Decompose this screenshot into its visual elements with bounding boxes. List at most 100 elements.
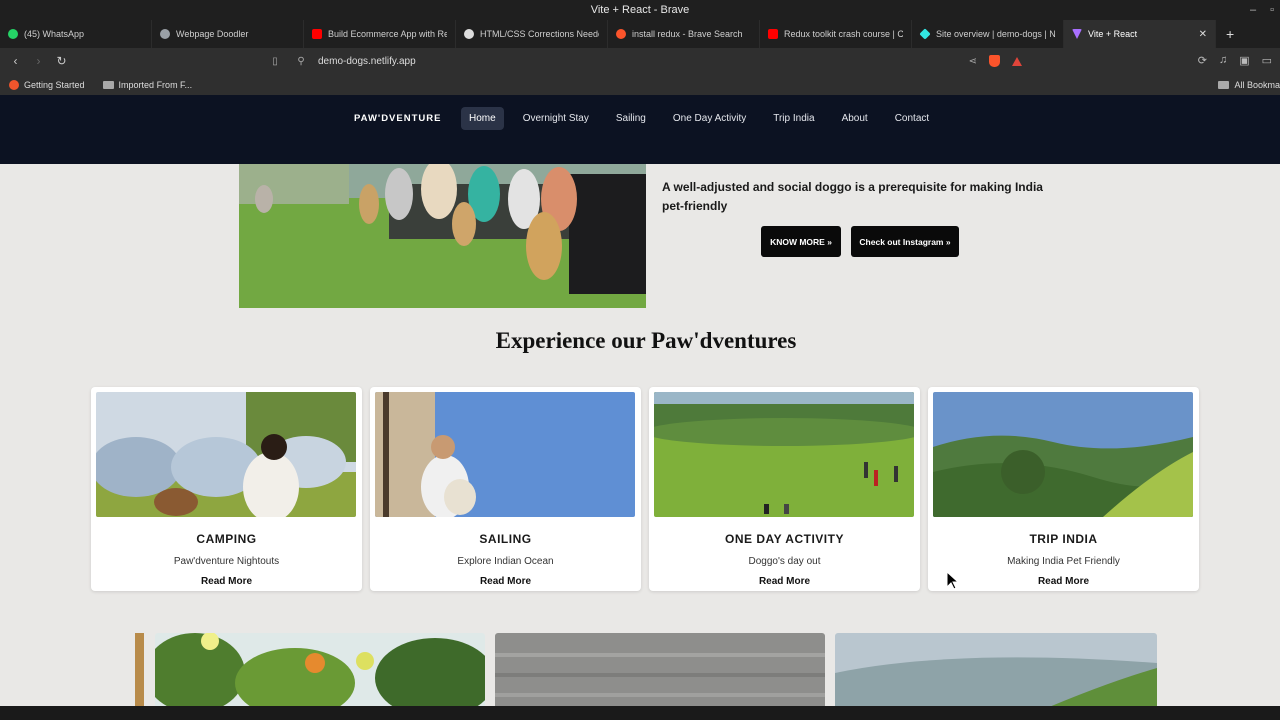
forward-icon[interactable]: › xyxy=(27,54,50,68)
gallery-strip xyxy=(135,633,1165,713)
media-icon[interactable]: ♫ xyxy=(1219,54,1227,67)
nav-contact[interactable]: Contact xyxy=(887,107,937,130)
tab-build-ecommerce[interactable]: Build Ecommerce App with Re xyxy=(304,20,456,48)
extension-icons: ⟳ ♫ ▣ ▭ xyxy=(1198,54,1272,67)
tab-title: Webpage Doodler xyxy=(176,29,249,39)
tab-title: Redux toolkit crash course | C xyxy=(784,29,903,39)
brave-icon xyxy=(9,79,19,90)
chatgpt-icon xyxy=(464,29,474,39)
know-more-button[interactable]: KNOW MORE » xyxy=(761,226,841,257)
nav-one-day-activity[interactable]: One Day Activity xyxy=(665,107,754,130)
back-icon[interactable]: ‹ xyxy=(4,54,27,68)
tab-webpage-doodler[interactable]: Webpage Doodler xyxy=(152,20,304,48)
globe-icon xyxy=(160,29,170,39)
tab-title: Build Ecommerce App with Re xyxy=(328,29,447,39)
tab-redux-toolkit[interactable]: Redux toolkit crash course | C xyxy=(760,20,912,48)
youtube-icon xyxy=(768,29,778,39)
card-subtitle: Making India Pet Friendly xyxy=(1007,556,1120,567)
nav-home[interactable]: Home xyxy=(461,107,504,130)
card-subtitle: Doggo's day out xyxy=(748,556,821,567)
bookmark-icon[interactable]: ▯ xyxy=(262,56,288,67)
sync-icon[interactable]: ⟳ xyxy=(1198,54,1207,67)
gallery-edge xyxy=(135,633,144,713)
card-one-day-activity[interactable]: ONE DAY ACTIVITY Doggo's day out Read Mo… xyxy=(649,387,920,591)
camping-photo xyxy=(96,392,356,517)
tab-title: Site overview | demo-dogs | N xyxy=(936,29,1055,39)
nav-overnight-stay[interactable]: Overnight Stay xyxy=(515,107,597,130)
tab-install-redux[interactable]: install redux - Brave Search xyxy=(608,20,760,48)
read-more-link[interactable]: Read More xyxy=(375,576,636,587)
folder-icon xyxy=(1218,80,1230,89)
site-navbar: PAW'DVENTURE Home Overnight Stay Sailing… xyxy=(0,95,1280,164)
trip-india-photo xyxy=(933,392,1193,517)
one-day-activity-photo xyxy=(654,392,914,517)
all-bookmarks[interactable]: All Bookma xyxy=(1209,74,1280,95)
window-title: Vite + React - Brave xyxy=(590,4,690,16)
card-sailing[interactable]: SAILING Explore Indian Ocean Read More xyxy=(370,387,641,591)
instagram-button[interactable]: Check out Instagram » xyxy=(851,226,959,257)
read-more-link[interactable]: Read More xyxy=(654,576,915,587)
sidebar-icon[interactable]: ▣ xyxy=(1239,54,1249,67)
site-nav-links: Home Overnight Stay Sailing One Day Acti… xyxy=(461,107,948,130)
new-tab-icon[interactable]: + xyxy=(1216,26,1244,42)
window-controls: – ▫ xyxy=(1250,0,1274,20)
sailing-photo xyxy=(375,392,635,517)
os-taskbar xyxy=(0,706,1280,720)
card-title: SAILING xyxy=(479,532,532,546)
maximize-icon[interactable]: ▫ xyxy=(1270,0,1274,20)
netlify-icon xyxy=(919,28,931,40)
mouse-cursor-icon xyxy=(946,570,960,590)
vite-icon xyxy=(1072,29,1082,39)
site-logo[interactable]: PAW'DVENTURE xyxy=(354,113,441,124)
card-subtitle: Paw'dventure Nightouts xyxy=(173,556,280,567)
url-bar[interactable]: ▯ ⚲ demo-dogs.netlify.app ⋖ xyxy=(262,50,1022,72)
window-titlebar: Vite + React - Brave – ▫ xyxy=(0,0,1280,20)
bookmarks-bar: Getting Started Imported From F... All B… xyxy=(0,74,1280,95)
read-more-link[interactable]: Read More xyxy=(933,576,1194,587)
brave-shields-icon[interactable] xyxy=(989,55,1000,67)
tab-whatsapp[interactable]: (45) WhatsApp xyxy=(0,20,152,48)
tab-title: install redux - Brave Search xyxy=(632,29,743,39)
brave-search-icon xyxy=(616,29,626,39)
site-info-icon[interactable]: ⚲ xyxy=(288,56,314,67)
bookmark-label: Imported From F... xyxy=(118,79,193,90)
card-subtitle: Explore Indian Ocean xyxy=(457,556,554,567)
card-trip-india[interactable]: TRIP INDIA Making India Pet Friendly Rea… xyxy=(928,387,1199,591)
card-title: ONE DAY ACTIVITY xyxy=(725,532,844,546)
section-title: Experience our Paw'dventures xyxy=(495,328,797,353)
minimize-icon[interactable]: – xyxy=(1250,0,1256,20)
nav-about[interactable]: About xyxy=(834,107,876,130)
tab-html-css-corrections[interactable]: HTML/CSS Corrections Neede xyxy=(456,20,608,48)
tab-title: (45) WhatsApp xyxy=(24,29,85,39)
tab-title: Vite + React xyxy=(1088,29,1138,39)
folder-icon xyxy=(102,80,114,89)
card-camping[interactable]: CAMPING Paw'dventure Nightouts Read More xyxy=(91,387,362,591)
tab-site-overview[interactable]: Site overview | demo-dogs | N xyxy=(912,20,1064,48)
tab-vite-react[interactable]: Vite + React ✕ xyxy=(1064,20,1216,48)
card-title: TRIP INDIA xyxy=(1029,532,1098,546)
gallery-photo-water xyxy=(495,633,825,713)
hero-dogs-photo xyxy=(239,164,646,308)
adventure-cards: CAMPING Paw'dventure Nightouts Read More… xyxy=(91,387,1199,591)
gallery-photo-hills xyxy=(835,633,1157,713)
bookmark-imported[interactable]: Imported From F... xyxy=(94,80,202,90)
hero-tagline: A well-adjusted and social doggo is a pr… xyxy=(662,180,1043,213)
bookmark-label: Getting Started xyxy=(24,79,85,90)
bookmark-getting-started[interactable]: Getting Started xyxy=(0,79,94,90)
url-text[interactable]: demo-dogs.netlify.app xyxy=(314,56,969,67)
nav-sailing[interactable]: Sailing xyxy=(608,107,654,130)
address-toolbar: ‹ › ↻ ▯ ⚲ demo-dogs.netlify.app ⋖ ⟳ ♫ ▣ … xyxy=(0,48,1280,74)
whatsapp-icon xyxy=(8,29,18,39)
share-icon[interactable]: ⋖ xyxy=(969,56,977,67)
tab-strip: (45) WhatsApp Webpage Doodler Build Ecom… xyxy=(0,20,1280,48)
all-bookmarks-label: All Bookma xyxy=(1234,79,1280,90)
gallery-photo-trees xyxy=(155,633,485,713)
reload-icon[interactable]: ↻ xyxy=(50,54,73,68)
tab-title: HTML/CSS Corrections Neede xyxy=(480,29,599,39)
wallet-icon[interactable]: ▭ xyxy=(1262,54,1272,67)
read-more-link[interactable]: Read More xyxy=(96,576,357,587)
close-tab-icon[interactable]: ✕ xyxy=(1199,29,1207,40)
card-title: CAMPING xyxy=(196,532,257,546)
nav-trip-india[interactable]: Trip India xyxy=(765,107,822,130)
brave-rewards-icon[interactable] xyxy=(1012,56,1022,66)
